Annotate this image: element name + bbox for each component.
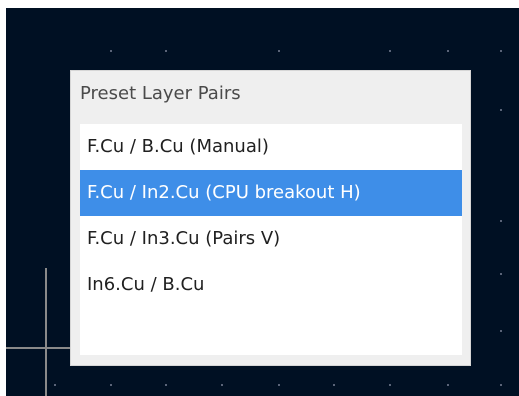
pcb-canvas[interactable]: Preset Layer Pairs F.Cu / B.Cu (Manual) … (6, 8, 519, 396)
grid-dot (54, 384, 56, 386)
grid-dot (447, 384, 449, 386)
list-item-layer-pair[interactable]: In6.Cu / B.Cu (80, 262, 462, 308)
grid-dot (221, 384, 223, 386)
preset-layer-pairs-popup: Preset Layer Pairs F.Cu / B.Cu (Manual) … (70, 70, 471, 366)
layer-pair-list[interactable]: F.Cu / B.Cu (Manual) F.Cu / In2.Cu (CPU … (80, 124, 462, 355)
grid-dot (389, 384, 391, 386)
list-item-layer-pair-selected[interactable]: F.Cu / In2.Cu (CPU breakout H) (80, 170, 462, 216)
grid-dot (278, 384, 280, 386)
grid-dot (500, 220, 502, 222)
list-item-layer-pair[interactable]: F.Cu / In3.Cu (Pairs V) (80, 216, 462, 262)
grid-dot (500, 109, 502, 111)
grid-dot (500, 50, 502, 52)
grid-dot (500, 330, 502, 332)
grid-dot (110, 384, 112, 386)
grid-dot (278, 50, 280, 52)
grid-dot (333, 384, 335, 386)
grid-dot (389, 50, 391, 52)
popup-title: Preset Layer Pairs (80, 83, 241, 104)
cursor-crosshair-vertical (45, 268, 47, 396)
grid-dot (500, 273, 502, 275)
grid-dot (447, 50, 449, 52)
list-item-label: F.Cu / In2.Cu (CPU breakout H) (87, 182, 361, 203)
list-item-label: F.Cu / B.Cu (Manual) (87, 136, 269, 157)
grid-dot (500, 384, 502, 386)
list-item-layer-pair[interactable]: F.Cu / B.Cu (Manual) (80, 124, 462, 170)
list-item-label: In6.Cu / B.Cu (87, 274, 205, 295)
grid-dot (165, 50, 167, 52)
grid-dot (110, 50, 112, 52)
grid-dot (165, 384, 167, 386)
list-item-label: F.Cu / In3.Cu (Pairs V) (87, 228, 281, 249)
